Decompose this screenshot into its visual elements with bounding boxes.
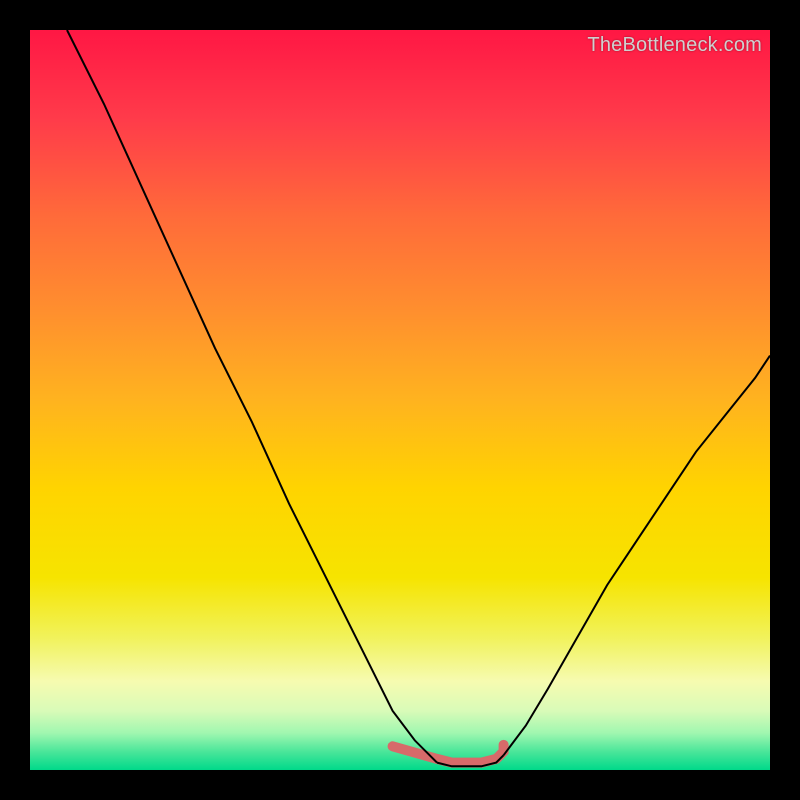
chart-stage: TheBottleneck.com (0, 0, 800, 800)
plot-svg (30, 30, 770, 770)
background-gradient (30, 30, 770, 770)
watermark-text: TheBottleneck.com (587, 34, 762, 57)
plot-area: TheBottleneck.com (30, 30, 770, 770)
